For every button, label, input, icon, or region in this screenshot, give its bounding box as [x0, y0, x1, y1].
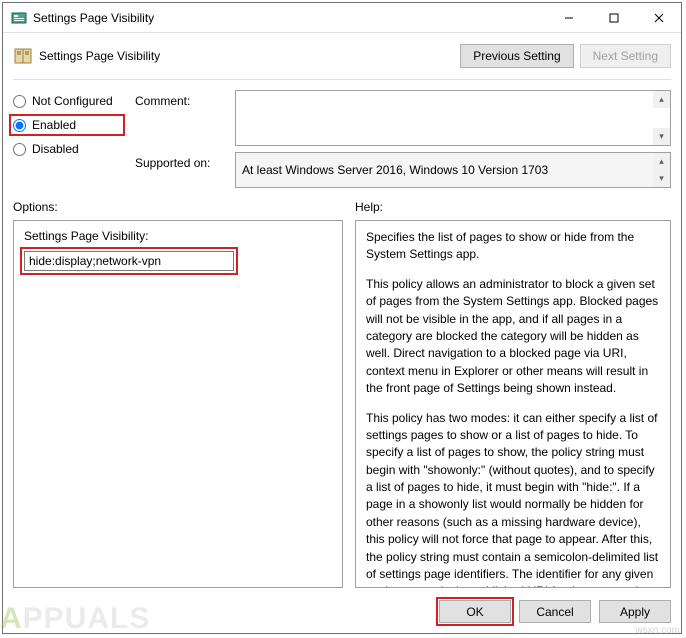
- supported-value: At least Windows Server 2016, Windows 10…: [242, 162, 548, 179]
- supported-scroll: ▴ ▾: [653, 153, 670, 187]
- titlebar: Settings Page Visibility: [3, 3, 681, 33]
- supported-textarea: At least Windows Server 2016, Windows 10…: [235, 152, 671, 188]
- dialog-buttons: OK Cancel Apply: [13, 594, 671, 623]
- comment-scroll: ▴ ▾: [653, 91, 670, 145]
- app-icon: [11, 10, 27, 26]
- setting-field-label: Settings Page Visibility:: [24, 229, 332, 243]
- comment-label: Comment:: [135, 90, 225, 146]
- comment-row: Comment: ▴ ▾: [135, 90, 671, 146]
- dialog-window: Settings Page Visibility Settings Page V…: [2, 2, 682, 634]
- scroll-up-icon[interactable]: ▴: [653, 91, 670, 108]
- cancel-button[interactable]: Cancel: [519, 600, 591, 623]
- help-paragraph: Specifies the list of pages to show or h…: [366, 229, 660, 264]
- state-radio-group: Not Configured Enabled Disabled: [13, 90, 121, 188]
- radio-not-configured-input[interactable]: [13, 95, 26, 108]
- radio-enabled-label: Enabled: [32, 118, 76, 132]
- settings-page-visibility-input[interactable]: [24, 251, 234, 271]
- scroll-down-icon[interactable]: ▾: [653, 128, 670, 145]
- radio-disabled[interactable]: Disabled: [13, 142, 121, 156]
- minimize-button[interactable]: [546, 3, 591, 32]
- supported-label: Supported on:: [135, 152, 225, 188]
- radio-enabled-input[interactable]: [13, 119, 26, 132]
- radio-enabled[interactable]: Enabled: [13, 118, 121, 132]
- previous-setting-button[interactable]: Previous Setting: [460, 44, 573, 68]
- help-paragraph: This policy has two modes: it can either…: [366, 410, 660, 588]
- maximize-button[interactable]: [591, 3, 636, 32]
- policy-title: Settings Page Visibility: [39, 49, 454, 63]
- radio-disabled-input[interactable]: [13, 143, 26, 156]
- apply-button[interactable]: Apply: [599, 600, 671, 623]
- radio-not-configured[interactable]: Not Configured: [13, 94, 121, 108]
- scroll-down-icon[interactable]: ▾: [653, 170, 670, 187]
- comment-textarea[interactable]: ▴ ▾: [235, 90, 671, 146]
- close-button[interactable]: [636, 3, 681, 32]
- window-buttons: [546, 3, 681, 32]
- next-setting-button[interactable]: Next Setting: [580, 44, 671, 68]
- policy-icon: [13, 46, 33, 66]
- help-paragraph: This policy allows an administrator to b…: [366, 276, 660, 398]
- divider: [13, 79, 671, 80]
- panels: Settings Page Visibility: Specifies the …: [13, 220, 671, 588]
- supported-row: Supported on: At least Windows Server 20…: [135, 152, 671, 188]
- help-panel: Specifies the list of pages to show or h…: [355, 220, 671, 588]
- ok-button[interactable]: OK: [439, 600, 511, 623]
- header-row: Settings Page Visibility Previous Settin…: [13, 41, 671, 71]
- upper-section: Not Configured Enabled Disabled Comment:: [13, 90, 671, 188]
- window-title: Settings Page Visibility: [33, 11, 546, 25]
- options-header: Options:: [13, 200, 343, 214]
- radio-not-configured-label: Not Configured: [32, 94, 113, 108]
- scroll-up-icon[interactable]: ▴: [653, 153, 670, 170]
- radio-disabled-label: Disabled: [32, 142, 79, 156]
- options-panel: Settings Page Visibility:: [13, 220, 343, 588]
- section-headers: Options: Help:: [13, 200, 671, 214]
- help-header: Help:: [355, 200, 671, 214]
